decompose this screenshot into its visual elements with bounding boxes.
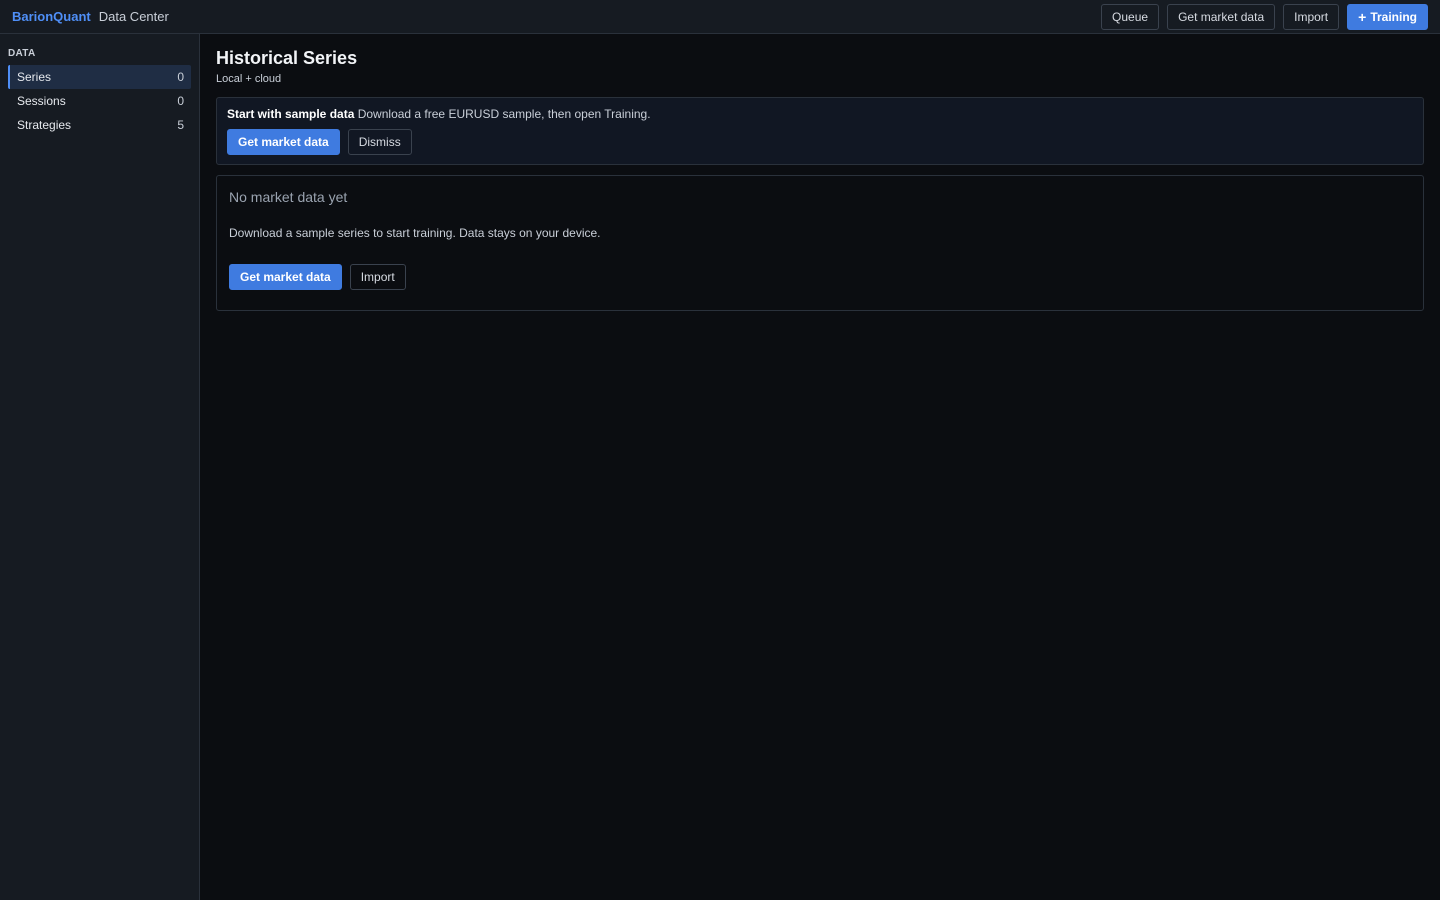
- sidebar-item-label: Sessions: [17, 94, 66, 108]
- sidebar-item-label: Series: [17, 70, 52, 84]
- sample-data-banner: Start with sample data Download a free E…: [216, 97, 1424, 165]
- app-section-title: Data Center: [98, 9, 169, 24]
- brand: BarionQuant Data Center: [12, 9, 169, 24]
- banner-description: Download a free EURUSD sample, then open…: [357, 107, 651, 121]
- empty-state-title: No market data yet: [229, 189, 348, 205]
- banner-actions: Get market data Dismiss: [227, 129, 1413, 155]
- empty-state-card: No market data yet Download a sample ser…: [216, 175, 1424, 311]
- import-button[interactable]: Import: [1283, 3, 1340, 30]
- new-training-label: Training: [1370, 9, 1417, 24]
- main-content: Historical Series Local + cloud Start wi…: [216, 34, 1424, 311]
- sidebar-section-title: DATA: [8, 48, 36, 59]
- brand-name[interactable]: BarionQuant: [12, 9, 91, 24]
- sidebar: DATA Series 0 Sessions 0 Strategies 5: [0, 34, 200, 900]
- sidebar-item-label: Strategies: [17, 118, 72, 132]
- banner-get-market-data-button[interactable]: Get market data: [227, 129, 340, 155]
- sidebar-item-sessions[interactable]: Sessions 0: [8, 89, 191, 113]
- page-subtitle: Local + cloud: [216, 73, 282, 85]
- dismiss-button[interactable]: Dismiss: [347, 129, 412, 155]
- page-title: Historical Series: [216, 48, 358, 68]
- sidebar-item-series[interactable]: Series 0: [8, 65, 191, 89]
- queue-button[interactable]: Queue: [1101, 3, 1160, 30]
- empty-import-button[interactable]: Import: [349, 264, 406, 290]
- empty-state-actions: Get market data Import: [229, 264, 1411, 290]
- plus-icon: +: [1358, 8, 1367, 25]
- empty-state-description: Download a sample series to start traini…: [229, 226, 601, 240]
- top-bar: BarionQuant Data Center Queue Get market…: [0, 0, 1440, 34]
- top-actions: Queue Get market data Import + Training: [1101, 3, 1428, 30]
- banner-text: Start with sample data Download a free E…: [227, 107, 1413, 121]
- sidebar-item-count: 0: [177, 94, 184, 108]
- new-training-button[interactable]: + Training: [1347, 3, 1428, 30]
- sidebar-item-count: 5: [177, 118, 184, 132]
- sidebar-item-strategies[interactable]: Strategies 5: [8, 113, 191, 137]
- get-market-data-button[interactable]: Get market data: [1167, 3, 1276, 30]
- banner-heading: Start with sample data: [227, 107, 355, 121]
- empty-get-market-data-button[interactable]: Get market data: [229, 264, 342, 290]
- sidebar-item-count: 0: [177, 70, 184, 84]
